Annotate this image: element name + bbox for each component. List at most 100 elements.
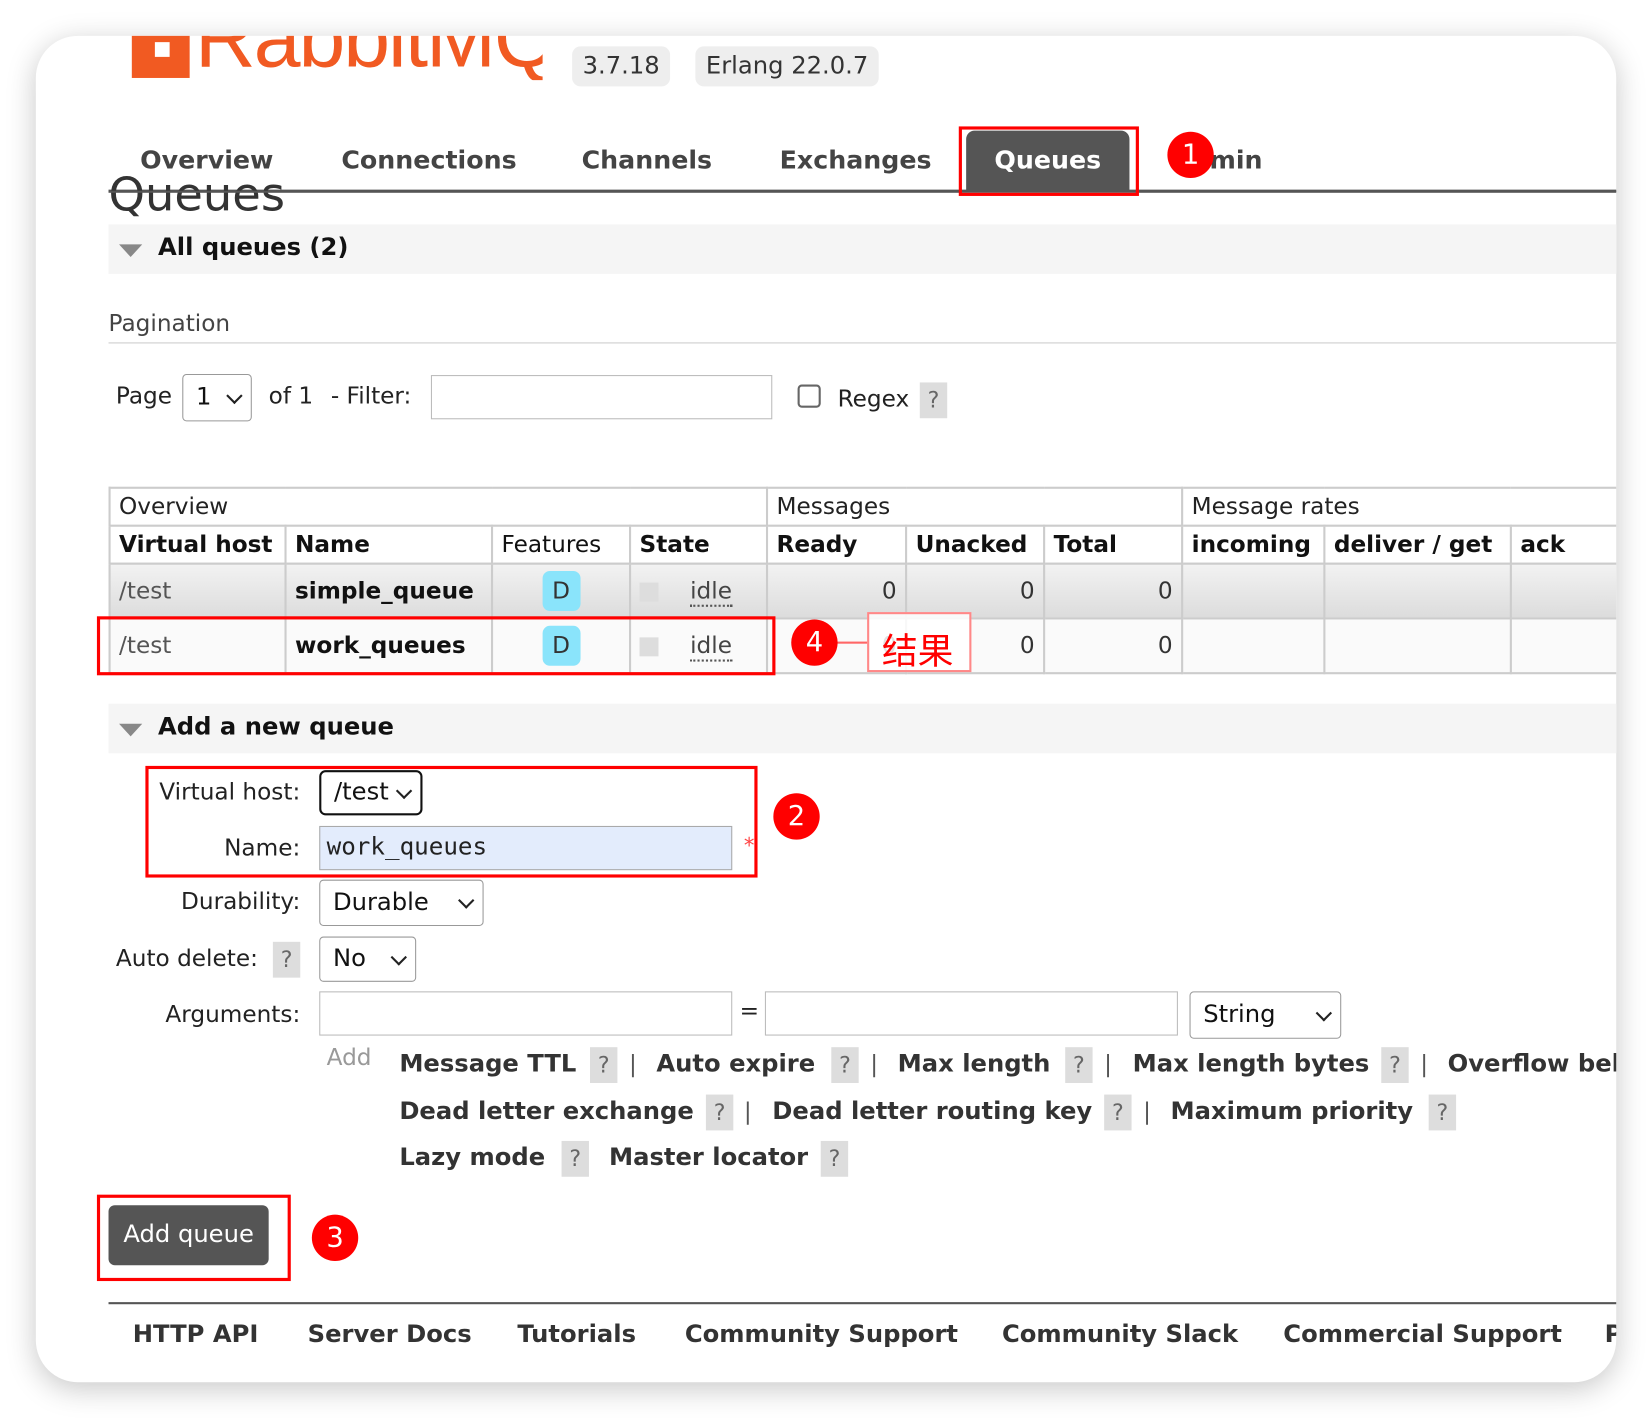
version-badge: 3.7.18 [572, 46, 671, 87]
help-button[interactable]: ? [561, 1140, 589, 1177]
pagination-divider [108, 342, 1617, 344]
col-total[interactable]: Total [1043, 524, 1184, 565]
durability-select[interactable]: Durable [319, 879, 484, 927]
durability-label: Durability: [181, 889, 301, 916]
durability-select-value: Durable [332, 889, 429, 917]
footer-link-commercial-support[interactable]: Commercial Support [1283, 1321, 1562, 1348]
arg-link-lazy-mode[interactable]: Lazy mode [399, 1144, 545, 1171]
footer-link-http-api[interactable]: HTTP API [133, 1321, 259, 1348]
footer-link-tutorials[interactable]: Tutorials [517, 1321, 636, 1348]
annotation-step-3: 3 [311, 1214, 359, 1262]
rabbitmq-logo[interactable]: RabbitMQ [131, 35, 543, 80]
regex-label: Regex [837, 386, 910, 413]
all-queues-section-header[interactable]: All queues (2) [108, 224, 1617, 274]
cell-ready: 0 [765, 562, 908, 620]
add-argument-label: Add [326, 1045, 372, 1072]
help-button[interactable]: ? [820, 1140, 849, 1177]
cell-incoming [1181, 562, 1326, 620]
separator: | [743, 1098, 752, 1126]
add-queue-section-header[interactable]: Add a new queue [108, 703, 1617, 754]
tab-exchanges[interactable]: Exchanges [780, 145, 932, 174]
annotation-button-highlight [96, 1194, 291, 1282]
equals-sign: = [739, 998, 760, 1026]
filter-input[interactable] [430, 375, 773, 420]
arg-link-dead-letter-exchange[interactable]: Dead letter exchange [399, 1098, 693, 1125]
group-overview: Overview [108, 486, 769, 527]
col-virtual-host[interactable]: Virtual host [108, 524, 287, 565]
annotation-connector [832, 641, 869, 644]
group-message-rates: Message rates [1181, 486, 1617, 527]
arg-link-maximum-priority[interactable]: Maximum priority [1171, 1098, 1413, 1125]
group-messages: Messages [765, 486, 1184, 527]
table-row[interactable]: /test simple_queue D idle 0 0 0 [108, 562, 1617, 620]
page-select-value: 1 [195, 383, 212, 411]
arg-link-overflow-behaviour[interactable]: Overflow bel [1448, 1050, 1617, 1077]
separator: | [1143, 1098, 1151, 1126]
chevron-down-icon [458, 892, 475, 909]
arg-link-master-locator[interactable]: Master locator [609, 1144, 808, 1171]
help-button[interactable]: ? [1065, 1047, 1093, 1083]
chevron-down-icon [226, 387, 243, 404]
cell-queue-name-link[interactable]: simple_queue [284, 562, 494, 620]
cell-total: 0 [1043, 562, 1184, 620]
help-button[interactable]: ? [1428, 1094, 1457, 1131]
footer-link-community-slack[interactable]: Community Slack [1002, 1321, 1238, 1348]
arg-link-max-length-bytes[interactable]: Max length bytes [1133, 1050, 1370, 1077]
col-state[interactable]: State [628, 524, 769, 565]
help-button[interactable]: ? [1104, 1094, 1132, 1131]
pagination-label: Pagination [108, 310, 231, 338]
page-of-label: of 1 [268, 383, 314, 410]
page-select[interactable]: 1 [182, 373, 252, 422]
arg-link-message-ttl[interactable]: Message TTL [399, 1050, 576, 1077]
add-queue-title: Add a new queue [158, 713, 394, 741]
cell-state: idle [628, 562, 769, 620]
cell-incoming [1181, 617, 1326, 675]
argument-type-value: String [1203, 1000, 1276, 1029]
col-name[interactable]: Name [284, 524, 494, 565]
footer-link-server-docs[interactable]: Server Docs [308, 1321, 472, 1348]
durable-badge: D [542, 570, 581, 612]
arg-link-max-length[interactable]: Max length [898, 1050, 1051, 1077]
regex-help-button[interactable]: ? [919, 382, 948, 419]
auto-delete-help-button[interactable]: ? [272, 941, 301, 978]
logo-text: RabbitMQ [195, 36, 543, 80]
arg-link-dead-letter-routing-key[interactable]: Dead letter routing key [772, 1098, 1092, 1125]
annotation-step-2: 2 [773, 793, 820, 840]
col-deliver-get[interactable]: deliver / get [1323, 524, 1512, 565]
annotation-step-1: 1 [1167, 131, 1214, 179]
col-ack[interactable]: ack [1509, 524, 1617, 565]
arg-link-auto-expire[interactable]: Auto expire [656, 1050, 815, 1077]
page-title: Queues [108, 168, 285, 223]
help-button[interactable]: ? [590, 1047, 618, 1083]
tab-connections[interactable]: Connections [341, 145, 516, 174]
argument-type-select[interactable]: String [1189, 991, 1342, 1039]
separator: | [1420, 1051, 1429, 1078]
auto-delete-select[interactable]: No [319, 936, 417, 982]
footer-link-community-support[interactable]: Community Support [685, 1321, 958, 1348]
cell-vhost: /test [108, 562, 287, 620]
help-button[interactable]: ? [1381, 1047, 1409, 1083]
help-button[interactable]: ? [705, 1094, 734, 1131]
auto-delete-select-value: No [332, 944, 366, 973]
cell-ack [1509, 617, 1617, 675]
argument-value-input[interactable] [764, 991, 1178, 1036]
separator: | [1104, 1051, 1112, 1078]
state-label: idle [690, 577, 732, 607]
auto-delete-label: Auto delete: [115, 946, 258, 973]
footer-link-plugins[interactable]: P [1605, 1321, 1617, 1348]
tab-channels[interactable]: Channels [582, 145, 712, 174]
col-unacked[interactable]: Unacked [905, 524, 1046, 565]
col-ready[interactable]: Ready [765, 524, 908, 565]
argument-key-input[interactable] [319, 991, 733, 1036]
separator: | [628, 1051, 637, 1078]
chevron-down-icon [390, 948, 407, 966]
tab-admin[interactable]: min [1210, 145, 1263, 174]
cell-deliver-get [1323, 617, 1512, 675]
regex-checkbox[interactable] [797, 384, 821, 408]
annotation-result-label: 结果 [881, 631, 954, 674]
arguments-label: Arguments: [165, 1001, 301, 1029]
help-button[interactable]: ? [831, 1047, 859, 1083]
nav-divider-cover [108, 190, 1617, 193]
col-incoming[interactable]: incoming [1181, 524, 1326, 565]
page-label: Page [115, 383, 173, 410]
